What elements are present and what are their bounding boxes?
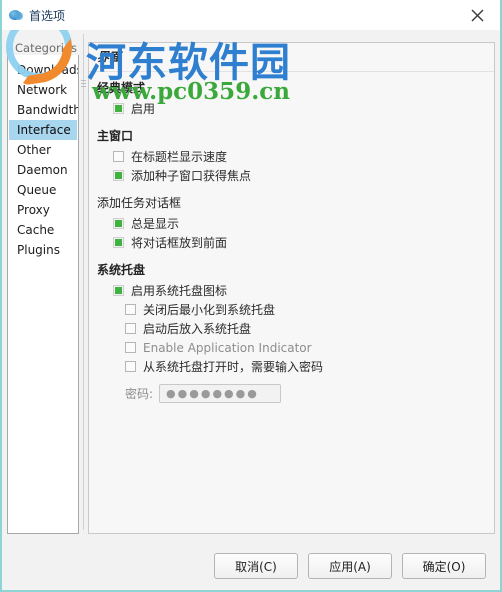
group-title: 添加任务对话框 bbox=[97, 196, 182, 210]
option-row[interactable]: 启用系统托盘图标 bbox=[97, 281, 486, 300]
option-label: 在标题栏显示速度 bbox=[131, 149, 228, 164]
sidebar-item-downloads[interactable]: Downloads bbox=[9, 60, 78, 80]
window-title: 首选项 bbox=[29, 8, 66, 23]
option-label: 启用 bbox=[131, 101, 156, 116]
password-label: 密码: bbox=[125, 386, 154, 401]
checkbox-checked-icon[interactable] bbox=[113, 237, 124, 248]
categories-groupbox: Categories Downloads Network Bandwidth Inte… bbox=[7, 41, 79, 542]
option-row[interactable]: 启用 bbox=[97, 99, 486, 118]
sidebar-item-plugins[interactable]: Plugins bbox=[9, 240, 77, 260]
dialog-body: Categories Downloads Network Bandwidth Inte… bbox=[2, 30, 500, 542]
close-icon[interactable] bbox=[464, 2, 490, 28]
group-title: 系统托盘 bbox=[97, 263, 146, 277]
option-row[interactable]: 在标题栏显示速度 bbox=[97, 147, 486, 166]
option-row[interactable]: 从系统托盘打开时，需要输入密码 bbox=[97, 357, 486, 376]
apply-button[interactable]: 应用(A) bbox=[308, 553, 392, 579]
option-label: 总是显示 bbox=[131, 216, 180, 231]
ok-button[interactable]: 确定(O) bbox=[402, 553, 486, 579]
checkbox-checked-icon[interactable] bbox=[113, 218, 124, 229]
option-row[interactable]: Enable Application Indicator bbox=[97, 338, 486, 357]
password-input[interactable]: ●●●●●●●● bbox=[159, 383, 282, 403]
splitter-line bbox=[83, 34, 84, 530]
cancel-button[interactable]: 取消(C) bbox=[214, 553, 298, 579]
option-group: 添加任务对话框总是显示将对话框放到前面 bbox=[97, 195, 486, 252]
title-bar: 首选项 bbox=[2, 0, 500, 30]
checkbox-unchecked-icon[interactable] bbox=[125, 304, 136, 315]
option-group: 系统托盘启用系统托盘图标关闭后最小化到系统托盘 启动后放入系统托盘 Enable A… bbox=[97, 262, 486, 406]
option-row[interactable]: 添加种子窗口获得焦点 bbox=[97, 166, 486, 185]
option-row[interactable]: 关闭后最小化到系统托盘 bbox=[97, 300, 486, 319]
categories-frame: Downloads Network Bandwidth Interface Other D… bbox=[7, 48, 79, 534]
checkbox-unchecked-icon[interactable] bbox=[125, 361, 136, 372]
water-drop-icon bbox=[8, 7, 24, 23]
splitter-grip-icon[interactable] bbox=[81, 80, 86, 89]
panel-splitter[interactable] bbox=[79, 34, 88, 542]
option-row[interactable]: 总是显示 bbox=[97, 214, 486, 233]
preferences-dialog: 首选项 Categories Downloads Network Bandwidth… bbox=[0, 0, 502, 592]
checkbox-checked-icon[interactable] bbox=[113, 170, 124, 181]
checkbox-unchecked-icon[interactable] bbox=[125, 342, 136, 353]
sidebar-item-network[interactable]: Network bbox=[9, 80, 77, 100]
option-label: Enable Application Indicator bbox=[143, 340, 312, 355]
option-row[interactable]: 将对话框放到前面 bbox=[97, 233, 486, 252]
option-group: 经典模式启用 bbox=[97, 80, 486, 118]
checkbox-checked-icon[interactable] bbox=[113, 103, 124, 114]
panel-title: 界面 bbox=[89, 43, 494, 72]
settings-panel: 界面 经典模式启用主窗口在标题栏显示速度添加种子窗口获得焦点添加任务对话框总是显… bbox=[88, 42, 495, 534]
option-label: 启用系统托盘图标 bbox=[131, 283, 228, 298]
password-row: 密码: ●●●●●●●● bbox=[97, 380, 486, 406]
categories-list[interactable]: Downloads Network Bandwidth Interface Other D… bbox=[9, 56, 78, 524]
option-row[interactable]: 启动后放入系统托盘 bbox=[97, 319, 486, 338]
checkbox-unchecked-icon[interactable] bbox=[125, 323, 136, 334]
sidebar-item-bandwidth[interactable]: Bandwidth bbox=[9, 100, 78, 120]
sidebar-item-interface[interactable]: Interface bbox=[9, 120, 77, 140]
option-label: 启动后放入系统托盘 bbox=[143, 321, 252, 336]
categories-legend: Categories bbox=[13, 41, 79, 55]
group-title: 经典模式 bbox=[97, 81, 146, 95]
sidebar-item-queue[interactable]: Queue bbox=[9, 180, 77, 200]
sidebar-item-proxy[interactable]: Proxy bbox=[9, 200, 77, 220]
panel-options: 经典模式启用主窗口在标题栏显示速度添加种子窗口获得焦点添加任务对话框总是显示将对… bbox=[89, 72, 494, 533]
option-label: 从系统托盘打开时，需要输入密码 bbox=[143, 359, 324, 374]
sidebar-item-other[interactable]: Other bbox=[9, 140, 77, 160]
option-label: 关闭后最小化到系统托盘 bbox=[143, 302, 276, 317]
option-group: 主窗口在标题栏显示速度添加种子窗口获得焦点 bbox=[97, 128, 486, 185]
checkbox-checked-icon[interactable] bbox=[113, 285, 124, 296]
dialog-footer: 取消(C) 应用(A) 确定(O) bbox=[2, 542, 500, 590]
option-label: 添加种子窗口获得焦点 bbox=[131, 168, 252, 183]
option-label: 将对话框放到前面 bbox=[131, 235, 228, 250]
sidebar-item-cache[interactable]: Cache bbox=[9, 220, 77, 240]
checkbox-unchecked-icon[interactable] bbox=[113, 151, 124, 162]
group-title: 主窗口 bbox=[97, 129, 134, 143]
sidebar-item-daemon[interactable]: Daemon bbox=[9, 160, 77, 180]
